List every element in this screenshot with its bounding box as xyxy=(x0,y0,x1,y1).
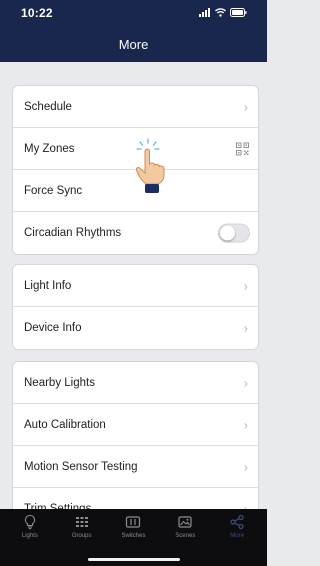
tab-label: Groups xyxy=(71,533,92,539)
qr-code-icon[interactable] xyxy=(236,142,249,155)
scenes-icon xyxy=(177,514,193,530)
settings-group-tools: Nearby Lights › Auto Calibration › Motio… xyxy=(12,361,259,511)
tab-label: More xyxy=(230,533,244,539)
chevron-right-icon: › xyxy=(243,320,248,336)
menu-item-nearby-lights[interactable]: Nearby Lights › xyxy=(13,362,258,404)
menu-item-label: Circadian Rhythms xyxy=(24,227,122,239)
menu-item-schedule[interactable]: Schedule › xyxy=(13,86,258,128)
tab-groups[interactable]: Groups xyxy=(58,509,106,539)
tab-lights[interactable]: Lights xyxy=(6,509,54,539)
menu-item-circadian-rhythms: Circadian Rhythms xyxy=(13,212,258,254)
menu-item-label: Auto Calibration xyxy=(24,418,106,431)
toggle-knob xyxy=(220,225,235,241)
tab-bar: Lights Groups Switches Scenes More xyxy=(0,509,267,566)
home-indicator xyxy=(88,558,180,561)
circadian-rhythms-toggle[interactable] xyxy=(218,223,250,243)
wifi-icon xyxy=(215,4,226,22)
chevron-right-icon: › xyxy=(243,417,248,432)
tab-switches[interactable]: Switches xyxy=(109,509,157,539)
lightbulb-icon xyxy=(22,514,38,530)
chevron-right-icon: › xyxy=(243,278,248,293)
share-nodes-icon xyxy=(229,514,245,530)
tab-scenes[interactable]: Scenes xyxy=(161,509,209,539)
menu-item-label: Light Info xyxy=(24,279,72,292)
menu-item-label: My Zones xyxy=(24,142,75,155)
tap-gesture-hand-icon xyxy=(132,137,170,195)
status-time: 10:22 xyxy=(21,6,53,20)
page-title: More xyxy=(118,37,149,52)
menu-item-device-info[interactable]: Device Info › xyxy=(13,307,258,349)
chevron-right-icon: › xyxy=(243,375,248,390)
menu-item-label: Force Sync xyxy=(24,184,83,197)
chevron-right-icon: › xyxy=(243,459,248,474)
menu-item-motion-sensor-testing[interactable]: Motion Sensor Testing › xyxy=(13,446,258,488)
menu-item-auto-calibration[interactable]: Auto Calibration › xyxy=(13,404,258,446)
menu-item-light-info[interactable]: Light Info › xyxy=(13,265,258,307)
status-icons xyxy=(199,8,247,18)
settings-group-info: Light Info › Device Info › xyxy=(12,264,259,350)
battery-icon xyxy=(230,4,247,22)
menu-item-label: Schedule xyxy=(24,100,72,113)
groups-icon xyxy=(74,514,90,530)
app-header: 10:22 More xyxy=(0,0,267,62)
switches-icon xyxy=(125,514,141,530)
tab-label: Scenes xyxy=(175,533,196,539)
status-bar: 10:22 xyxy=(0,0,267,24)
menu-item-label: Device Info xyxy=(24,322,82,334)
menu-item-trim-settings[interactable]: Trim Settings › xyxy=(13,488,258,512)
menu-item-label: Motion Sensor Testing xyxy=(24,460,138,473)
tab-more[interactable]: More xyxy=(213,509,261,539)
tab-label: Lights xyxy=(21,533,38,539)
chevron-right-icon: › xyxy=(243,99,248,114)
menu-item-label: Nearby Lights xyxy=(24,376,95,389)
signal-icon xyxy=(199,4,211,22)
tab-label: Switches xyxy=(121,533,146,539)
